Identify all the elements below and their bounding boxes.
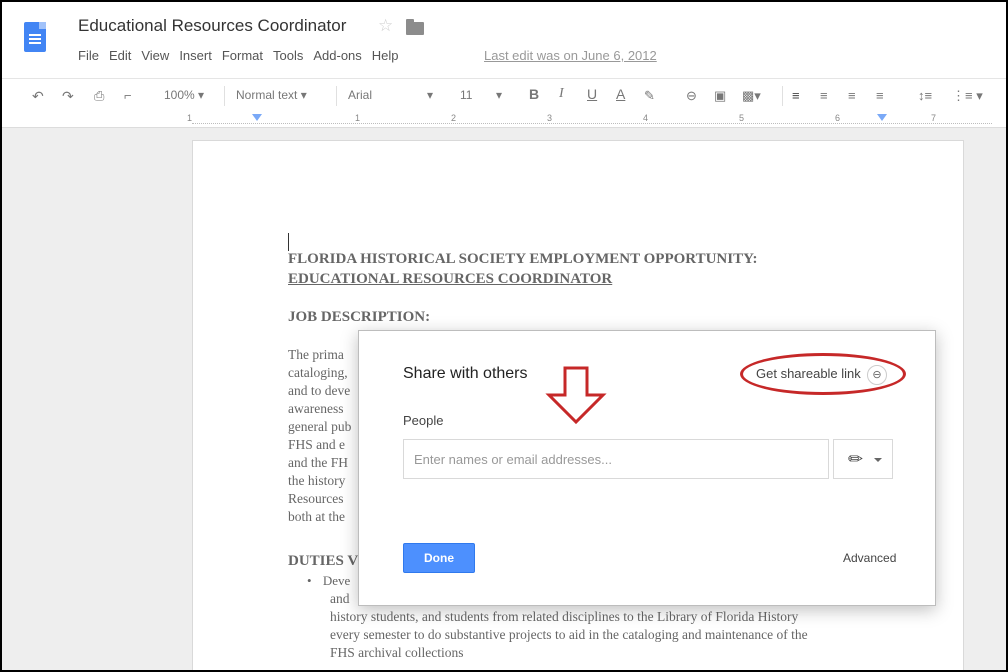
body-line: Resources [288,491,344,506]
bullet-line: history students, and students from rela… [330,609,799,624]
permission-dropdown[interactable]: ✏ [833,439,893,479]
body-line: and to deve [288,383,351,398]
star-icon[interactable]: ☆ [378,16,393,36]
menu-addons[interactable]: Add-ons [313,48,361,63]
menu-tools[interactable]: Tools [273,48,303,63]
numbered-list-icon[interactable]: ⋮≡ ▾ [952,88,983,104]
align-center-icon[interactable]: ≡ [820,88,828,103]
body-line: cataloging, [288,365,348,380]
body-line: The prima [288,347,344,362]
ruler-number: 5 [739,113,745,123]
font-select[interactable]: Arial [348,88,372,102]
align-left-icon[interactable]: ≡ [792,88,800,103]
menu-edit[interactable]: Edit [109,48,131,63]
text-color-button[interactable]: A [616,86,625,102]
red-arrow-annotation-icon [545,366,607,425]
pencil-icon: ✏ [848,449,864,469]
undo-icon[interactable]: ↶ [32,88,44,105]
ruler: 1 1 2 3 4 5 6 7 [2,112,1006,128]
ruler-number: 1 [355,113,361,123]
folder-icon[interactable] [406,19,424,35]
bold-button[interactable]: B [529,86,539,102]
docs-logo-icon[interactable] [24,22,46,52]
style-select[interactable]: Normal text ▾ [236,88,307,102]
underline-button[interactable]: U [587,86,597,102]
heading-line-2: EDUCATIONAL RESOURCES COORDINATOR [288,271,613,287]
body-line: FHS and e [288,437,345,452]
align-right-icon[interactable]: ≡ [848,88,856,103]
font-select-caret[interactable]: ▾ [427,88,433,102]
ruler-number: 6 [835,113,841,123]
bullet-line: and [330,591,350,606]
ruler-number: 4 [643,113,649,123]
bullet-line: FHS archival collections [330,645,464,660]
text-cursor [288,233,289,251]
line-spacing-icon[interactable]: ↕≡ [918,88,932,103]
bullet-item: • Deve [307,573,351,588]
menu-bar: File Edit View Insert Format Tools Add-o… [78,48,409,63]
title-bar: Educational Resources Coordinator ☆ File… [2,2,1006,78]
document-title[interactable]: Educational Resources Coordinator [78,16,346,36]
body-line: awareness [288,401,344,416]
ruler-number: 7 [931,113,937,123]
image-icon[interactable]: ▩▾ [742,88,761,104]
body-line: the history [288,473,346,488]
menu-view[interactable]: View [141,48,169,63]
duties-heading: DUTIES V [288,553,359,569]
menu-insert[interactable]: Insert [179,48,212,63]
job-description-heading: JOB DESCRIPTION: [288,309,431,325]
ruler-number: 2 [451,113,457,123]
people-input[interactable] [403,439,829,479]
menu-format[interactable]: Format [222,48,263,63]
menu-help[interactable]: Help [372,48,399,63]
ruler-number: 3 [547,113,553,123]
heading-line-1: FLORIDA HISTORICAL SOCIETY EMPLOYMENT OP… [288,251,758,267]
justify-icon[interactable]: ≡ [876,88,884,103]
size-select-caret[interactable]: ▾ [496,88,502,102]
body-line: and the FH [288,455,348,470]
chevron-down-icon [874,458,882,462]
done-button[interactable]: Done [403,543,475,573]
get-shareable-link[interactable]: Get shareable link [756,366,861,381]
people-label: People [403,413,444,428]
body-line: both at the [288,509,345,524]
zoom-select[interactable]: 100% ▾ [164,88,204,102]
menu-file[interactable]: File [78,48,99,63]
advanced-link[interactable]: Advanced [843,551,896,565]
share-dialog: Share with others Get shareable link ⊖ P… [358,330,936,606]
body-line: general pub [288,419,352,434]
print-icon[interactable]: ⎙ [94,88,104,104]
size-select[interactable]: 11 [460,88,472,102]
app-window: Educational Resources Coordinator ☆ File… [0,0,1008,672]
right-indent-marker-icon[interactable] [877,114,887,121]
dialog-title: Share with others [403,365,528,382]
bullet-line: every semester to do substantive project… [330,627,808,642]
redo-icon[interactable]: ↷ [62,88,74,105]
comment-icon[interactable]: ▣ [714,88,726,104]
last-edit-link[interactable]: Last edit was on June 6, 2012 [484,48,657,63]
paint-format-icon[interactable]: ⌐ [124,88,132,103]
italic-button[interactable]: I [559,86,564,102]
highlight-icon[interactable]: ✎ [644,88,655,104]
ruler-number: 1 [187,113,193,123]
indent-marker-icon[interactable] [252,114,262,121]
link-icon[interactable]: ⊖ [867,365,887,385]
toolbar: ↶ ↷ ⎙ ⌐ 100% ▾ Normal text ▾ Arial ▾ 11 … [2,78,1006,112]
link-icon[interactable]: ⊖ [686,88,697,104]
